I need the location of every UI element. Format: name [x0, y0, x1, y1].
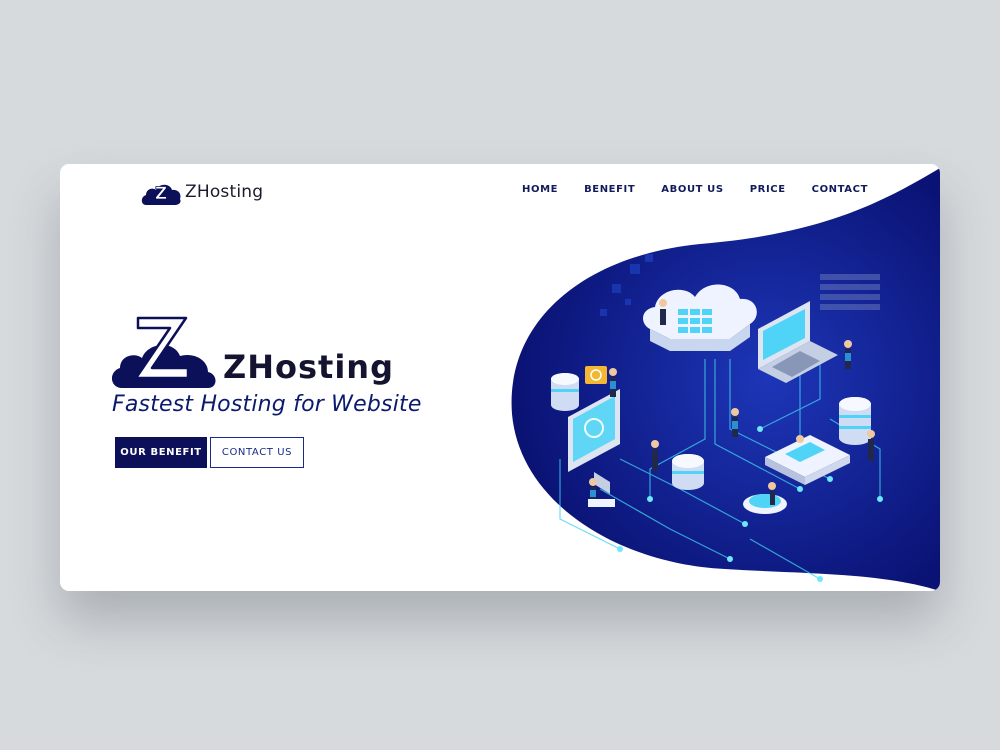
- svg-text:Z: Z: [155, 184, 167, 204]
- nav-home[interactable]: HOME: [522, 184, 558, 195]
- isometric-cloud-server-network-illustration: [551, 254, 883, 582]
- contact-us-button[interactable]: CONTACT US: [210, 437, 304, 468]
- hero-title: ZHosting: [223, 348, 394, 386]
- hero-tagline: Fastest Hosting for Website: [112, 392, 422, 417]
- nav-price[interactable]: PRICE: [750, 184, 786, 195]
- database-left: [551, 373, 579, 411]
- main-nav: HOME BENEFIT ABOUT US PRICE CONTACT: [522, 184, 894, 195]
- header-logo[interactable]: Z ZHosting: [140, 176, 263, 208]
- header-brand-name: ZHosting: [185, 182, 264, 202]
- nav-benefit[interactable]: BENEFIT: [584, 184, 635, 195]
- hero-card: Z ZHosting HOME BENEFIT ABOUT US PRICE C…: [60, 164, 940, 591]
- database-right: [839, 397, 871, 445]
- hero-cloud-logo-icon: [111, 316, 216, 388]
- cloud-logo-icon: Z: [141, 184, 181, 205]
- our-benefit-button[interactable]: OUR BENEFIT: [115, 437, 207, 468]
- nav-contact[interactable]: CONTACT: [812, 184, 868, 195]
- database-center: [672, 454, 704, 490]
- nav-about-us[interactable]: ABOUT US: [661, 184, 723, 195]
